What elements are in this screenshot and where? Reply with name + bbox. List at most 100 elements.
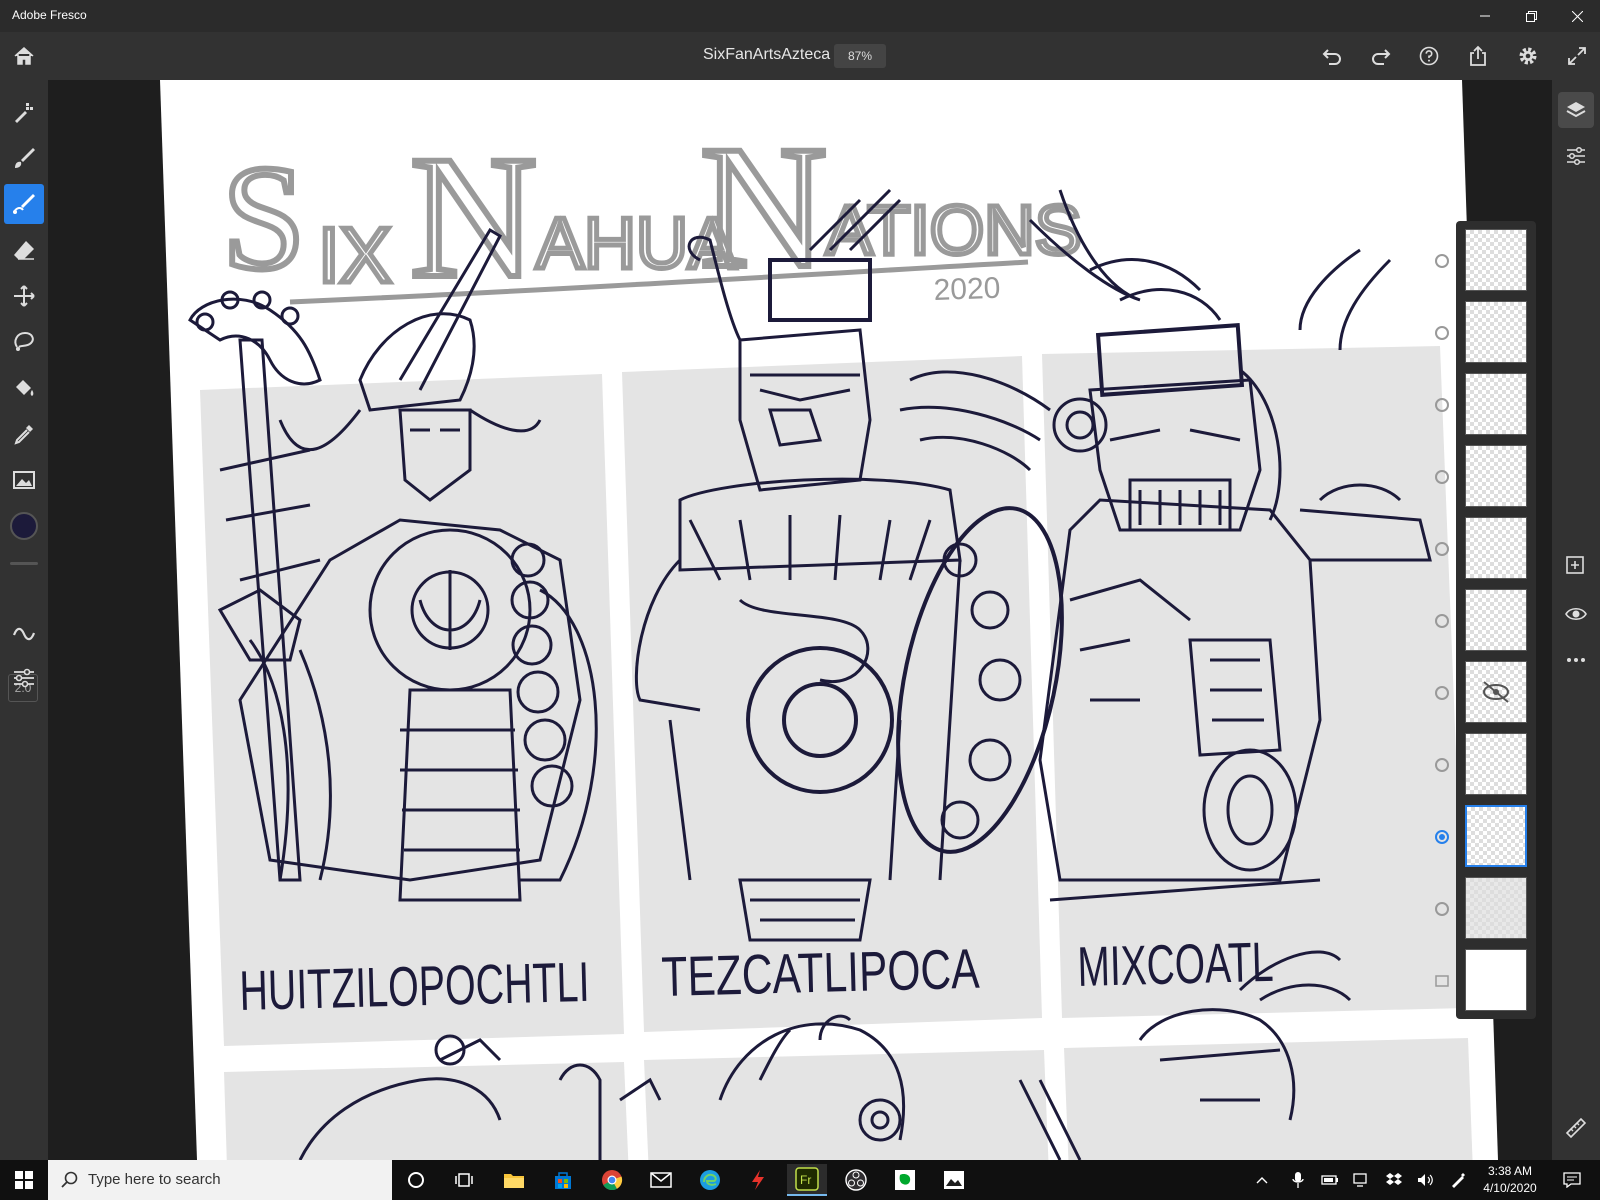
layer-thumb-5[interactable] [1465, 517, 1527, 579]
microphone-tray[interactable] [1286, 1164, 1310, 1196]
restore-icon [1525, 10, 1537, 22]
network-tray[interactable] [1350, 1164, 1374, 1196]
fresco-app[interactable]: Fr [787, 1164, 827, 1196]
action-center-button[interactable] [1552, 1164, 1592, 1196]
pen-workspace-tray[interactable] [1446, 1164, 1470, 1196]
smoothing-button[interactable] [4, 614, 44, 654]
left-toolbar: 2.0 [0, 80, 48, 1160]
task-view-button[interactable] [444, 1164, 484, 1196]
store-app[interactable] [543, 1164, 583, 1196]
vector-brush-tool[interactable] [4, 184, 44, 224]
size-slider[interactable] [10, 562, 38, 565]
sketchbook-app[interactable] [738, 1164, 778, 1196]
layer-thumb-1[interactable] [1465, 229, 1527, 291]
current-color-swatch[interactable] [10, 512, 38, 540]
chrome-app[interactable] [592, 1164, 632, 1196]
edge-icon [700, 1170, 720, 1190]
live-brush-tool[interactable] [4, 138, 44, 178]
layer-visibility-column[interactable] [1432, 221, 1452, 1019]
obs-app[interactable] [836, 1164, 876, 1196]
help-icon [1419, 46, 1439, 66]
evernote-app[interactable] [885, 1164, 925, 1196]
eraser-tool[interactable] [4, 230, 44, 270]
close-icon [1571, 10, 1583, 22]
system-clock[interactable]: 3:38 AM 4/10/2020 [1478, 1163, 1542, 1197]
layer-thumb-3[interactable] [1465, 373, 1527, 435]
file-explorer-app[interactable] [494, 1164, 534, 1196]
adjust-sliders-icon [1567, 146, 1585, 166]
brush-settings-button[interactable] [4, 658, 44, 698]
cortana-icon [408, 1172, 424, 1188]
layer-thumb-4[interactable] [1465, 445, 1527, 507]
layer-thumb-6[interactable] [1465, 589, 1527, 651]
layer-thumb-7-hidden[interactable] [1465, 661, 1527, 723]
restore-button[interactable] [1508, 0, 1554, 32]
help-button[interactable] [1413, 40, 1445, 72]
cortana-button[interactable] [396, 1164, 436, 1196]
pixel-brush-icon [15, 103, 33, 123]
add-layer-button[interactable] [1564, 554, 1588, 583]
move-tool[interactable] [4, 276, 44, 316]
share-icon [1470, 45, 1486, 66]
microphone-icon [1292, 1172, 1304, 1188]
more-options-button[interactable] [1564, 648, 1588, 677]
redo-button[interactable] [1365, 40, 1397, 72]
fullscreen-button[interactable] [1561, 40, 1593, 72]
canvas-workspace: S IX N AHUA N ATIONS 2020 HUITZILOPOCHTL… [48, 80, 1552, 1160]
windows-taskbar: Type here to search Fr 3:38 AM 4/10/2020 [0, 1160, 1600, 1200]
store-icon [555, 1172, 571, 1189]
photos-app[interactable] [934, 1164, 974, 1196]
dropbox-tray[interactable] [1382, 1164, 1406, 1196]
taskbar-search-box[interactable]: Type here to search [48, 1160, 392, 1200]
title-ix: IX [318, 211, 392, 299]
ruler-button[interactable] [1564, 1116, 1588, 1145]
ruler-icon [1565, 1117, 1587, 1139]
fill-tool[interactable] [4, 368, 44, 408]
layer-thumb-10[interactable] [1465, 877, 1527, 939]
image-icon [13, 471, 35, 489]
dropbox-icon [1386, 1173, 1402, 1185]
panel-3 [1042, 346, 1466, 1018]
obs-icon [845, 1169, 867, 1191]
more-icon [1567, 658, 1585, 662]
layer-thumb-2[interactable] [1465, 301, 1527, 363]
undo-button[interactable] [1316, 40, 1348, 72]
battery-tray[interactable] [1318, 1164, 1342, 1196]
home-button[interactable] [8, 40, 40, 72]
layer-thumb-9-selected[interactable] [1465, 805, 1527, 867]
layer-thumb-8[interactable] [1465, 733, 1527, 795]
svg-text:Fr: Fr [800, 1173, 811, 1187]
expand-icon [1568, 47, 1586, 65]
close-window-button[interactable] [1554, 0, 1600, 32]
start-button[interactable] [4, 1164, 44, 1196]
title-six: S [222, 135, 305, 301]
place-image-tool[interactable] [4, 460, 44, 500]
mail-app[interactable] [641, 1164, 681, 1196]
show-hidden-icons-button[interactable] [1250, 1164, 1274, 1196]
eyedropper-tool[interactable] [4, 414, 44, 454]
pixel-brush-tool[interactable] [4, 92, 44, 132]
pen-icon [1452, 1173, 1465, 1188]
layer-visibility-button[interactable] [1564, 602, 1588, 631]
layers-toggle-button[interactable] [1558, 92, 1594, 128]
search-icon [61, 1171, 78, 1188]
task-view-icon [455, 1173, 473, 1187]
layer-properties-button[interactable] [1564, 144, 1588, 173]
zoom-level[interactable]: 87% [834, 44, 886, 68]
settings-button[interactable] [1512, 40, 1544, 72]
window-title: Adobe Fresco [12, 8, 87, 22]
volume-tray[interactable] [1414, 1164, 1438, 1196]
photos-icon [944, 1171, 964, 1189]
wave-icon [12, 627, 36, 641]
color-picker-swatch[interactable] [4, 506, 44, 546]
layer-thumb-background[interactable] [1465, 949, 1527, 1011]
minimize-button[interactable] [1462, 0, 1508, 32]
battery-icon [1321, 1175, 1338, 1185]
edge-app[interactable] [690, 1164, 730, 1196]
drawing-canvas[interactable]: S IX N AHUA N ATIONS 2020 HUITZILOPOCHTL… [48, 80, 1552, 1160]
right-toolbar [1552, 80, 1600, 1160]
lasso-tool[interactable] [4, 322, 44, 362]
share-button[interactable] [1462, 40, 1494, 72]
clock-date: 4/10/2020 [1483, 1181, 1537, 1195]
window-titlebar: Adobe Fresco [0, 0, 1600, 32]
